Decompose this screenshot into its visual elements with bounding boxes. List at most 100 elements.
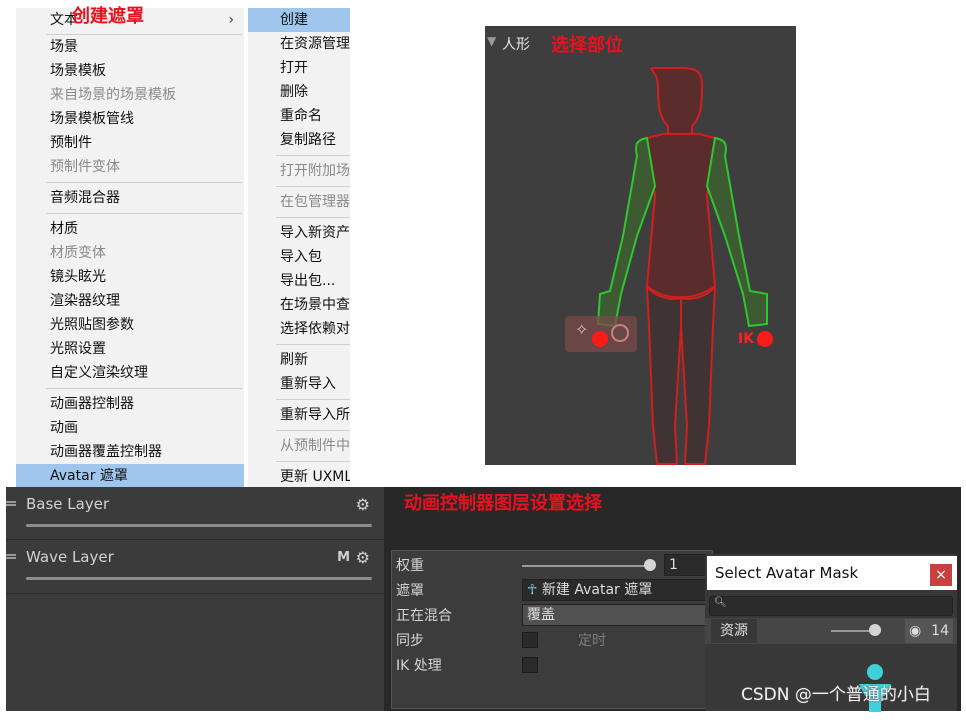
menu-item-material-variant: 材质变体: [50, 245, 106, 261]
menu-item-avatar-mask[interactable]: Avatar 遮罩: [16, 464, 244, 488]
layer-settings-popup: 权重 1 遮罩 ☥ 新建 Avatar 遮罩 正在混合 覆盖 同步 定时 IK …: [391, 550, 730, 709]
menu-item-audio-mixer[interactable]: 音频混合器: [16, 186, 244, 210]
layer-weight-bar: [26, 524, 372, 527]
zoom-slider-knob[interactable]: [869, 624, 881, 636]
menu-item-find-references[interactable]: 在场景中查找引用: [248, 293, 350, 317]
tab-assets[interactable]: 资源: [711, 619, 757, 643]
close-button[interactable]: ×: [930, 564, 952, 586]
drag-handle-icon[interactable]: [6, 554, 16, 556]
eye-slash-icon: ◉: [909, 623, 922, 639]
context-menu-create: 文本 › 场景 场景模板 来自场景的场景模板 场景模板管线 预制件 预制件变体 音…: [16, 8, 244, 488]
menu-item-copy-path[interactable]: 复制路径: [248, 128, 350, 152]
layers-panel: Base Layer ⚙ Wave Layer M ⚙: [6, 487, 384, 711]
menu-item-scene-template[interactable]: 场景模板: [16, 59, 244, 83]
menu-item-animator-override-controller[interactable]: 动画器覆盖控制器: [16, 440, 244, 464]
menu-item-animator-controller[interactable]: 动画器控制器: [16, 392, 244, 416]
menu-item-update-uxml-schema[interactable]: 更新 UXML Schema: [248, 465, 350, 488]
weight-row: 权重 1: [392, 554, 730, 576]
layer-name: Base Layer: [26, 495, 110, 513]
ik-row: IK 处理: [392, 654, 712, 676]
menu-item-render-texture[interactable]: 渲染器纹理: [16, 289, 244, 313]
menu-item-import-new-asset[interactable]: 导入新资产...: [248, 221, 350, 245]
weight-label: 权重: [396, 558, 424, 574]
menu-item-rename[interactable]: 重命名: [248, 104, 350, 128]
annotation-layer-settings: 动画控制器图层设置选择: [404, 493, 602, 514]
menu-item-open-additive-scene: 打开附加场景: [280, 163, 350, 179]
hidden-count[interactable]: ◉ 14: [905, 619, 953, 643]
annotation-create-mask: 创建遮罩: [72, 6, 144, 27]
torso-region: [645, 133, 717, 299]
mask-value: 新建 Avatar 遮罩: [541, 582, 653, 598]
menu-item-import-package[interactable]: 导入包: [248, 245, 350, 269]
menu-item-scene-template-from-scene: 来自场景的场景模板: [50, 87, 176, 103]
search-input[interactable]: 🔍︎: [709, 596, 953, 616]
magic-wand-icon[interactable]: ✧: [575, 320, 588, 339]
head-region: [650, 67, 704, 137]
title-bar: Select Avatar Mask ×: [707, 556, 957, 590]
menu-item-scene-template-pipeline[interactable]: 场景模板管线: [16, 107, 244, 131]
close-icon: ×: [935, 567, 947, 583]
menu-separator: [276, 186, 350, 187]
menu-item-show-in-explorer[interactable]: 在资源管理器中显示: [248, 32, 350, 56]
humanoid-mask-panel: ▼ 人形 选择部位 ✧ IK: [485, 26, 796, 465]
menu-item-select-dependencies[interactable]: 选择依赖对象: [248, 317, 350, 341]
layer-divider: [6, 593, 384, 594]
drag-handle-icon[interactable]: [6, 501, 16, 503]
hidden-count-value: 14: [931, 623, 949, 639]
menu-item-refresh[interactable]: 刷新: [248, 348, 350, 372]
menu-item-prefab-variant: 预制件变体: [50, 159, 120, 175]
layer-wave[interactable]: Wave Layer M ⚙: [6, 540, 384, 592]
menu-item-lens-flare[interactable]: 镜头眩光: [16, 265, 244, 289]
menu-separator: [276, 461, 350, 462]
gear-icon[interactable]: ⚙: [356, 548, 370, 567]
layer-name: Wave Layer: [26, 548, 114, 566]
menu-separator: [46, 388, 242, 389]
menu-separator: [276, 430, 350, 431]
left-arm-region: [596, 136, 657, 328]
mask-row: 遮罩 ☥ 新建 Avatar 遮罩: [392, 579, 728, 601]
context-menu-assets: 创建 在资源管理器中显示 打开 删除 重命名 复制路径 打开附加场景 在包管理器…: [248, 8, 350, 488]
weight-slider[interactable]: [522, 565, 650, 567]
menu-item-lighting-settings[interactable]: 光照设置: [16, 337, 244, 361]
menu-item-export-package[interactable]: 导出包...: [248, 269, 350, 293]
menu-item-animation[interactable]: 动画: [16, 416, 244, 440]
right-hand-ik-dot: [757, 331, 773, 347]
layer-weight-bar: [26, 577, 372, 580]
timing-label: 定时: [578, 633, 606, 649]
menu-item-reimport[interactable]: 重新导入: [248, 372, 350, 396]
left-leg-region: [646, 285, 682, 465]
menu-item-material[interactable]: 材质: [16, 217, 244, 241]
mask-flag: M: [337, 550, 350, 565]
blending-row: 正在混合 覆盖: [392, 604, 728, 626]
menu-separator: [46, 182, 242, 183]
watermark: CSDN @一个普通的小白: [741, 685, 931, 705]
chevron-right-icon: ›: [228, 12, 234, 28]
right-leg-region: [680, 285, 716, 465]
ik-pass-checkbox[interactable]: [522, 657, 538, 673]
gear-icon[interactable]: ⚙: [356, 495, 370, 514]
blending-label: 正在混合: [396, 608, 452, 624]
menu-separator: [276, 217, 350, 218]
mask-field[interactable]: ☥ 新建 Avatar 遮罩: [522, 579, 728, 601]
sync-checkbox[interactable]: [522, 632, 538, 648]
ik-pass-label: IK 处理: [396, 658, 442, 674]
menu-item-view-in-package-manager: 在包管理器中查看: [280, 194, 350, 210]
menu-item-reimport-all[interactable]: 重新导入所有: [248, 403, 350, 427]
ik-label: IK: [738, 331, 755, 347]
menu-item-scene[interactable]: 场景: [16, 35, 244, 59]
menu-item-create[interactable]: 创建: [248, 8, 350, 32]
menu-item-custom-render-texture[interactable]: 自定义渲染纹理: [16, 361, 244, 385]
menu-item-extract-from-prefab: 从预制件中提取: [280, 438, 350, 454]
menu-separator: [46, 213, 242, 214]
avatar-mask-icon: ☥: [527, 582, 538, 598]
menu-item-delete[interactable]: 删除: [248, 80, 350, 104]
sync-row: 同步 定时: [392, 629, 712, 651]
weight-slider-knob[interactable]: [644, 559, 656, 571]
menu-item-prefab[interactable]: 预制件: [16, 131, 244, 155]
menu-item-open[interactable]: 打开: [248, 56, 350, 80]
menu-item-lightmap-parameters[interactable]: 光照贴图参数: [16, 313, 244, 337]
layer-base[interactable]: Base Layer ⚙: [6, 487, 384, 539]
blending-dropdown[interactable]: 覆盖: [522, 604, 728, 626]
right-arm-region: [705, 136, 768, 328]
menu-separator: [276, 344, 350, 345]
